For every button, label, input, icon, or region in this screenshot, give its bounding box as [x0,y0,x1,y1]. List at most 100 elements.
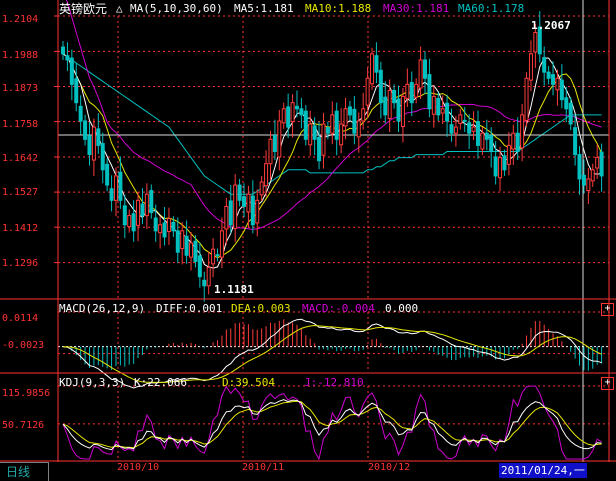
candle-body [595,157,600,169]
candle-body [312,125,317,140]
candle-body [91,126,96,161]
macd-params-label: MACD(26,12,9) [59,302,146,315]
candle-body [65,55,70,61]
candle-body [347,106,352,116]
candle-body [202,279,207,287]
candle-body [228,200,233,226]
y-tick: 1.1988 [2,50,39,61]
candle-body [281,108,286,124]
macd-value: MACD:-0.004 [302,302,375,315]
candle-body [193,240,198,262]
candle-body [321,123,326,156]
candle-body [118,171,123,201]
candle-body [237,184,242,201]
candle-body [515,132,520,153]
candle-body [215,254,220,257]
candle-body [555,77,560,91]
candle-body [436,97,441,116]
candle-body [233,184,238,229]
ma60-value: MA60:1.178 [458,2,525,15]
candle-body [122,205,127,226]
macd-zero-value: 0.000 [385,302,419,315]
candle-body [533,31,538,53]
candle-body [127,215,132,228]
candle-body [445,102,450,122]
candle-body [440,108,445,114]
candle-body [467,122,472,134]
candle-body [303,110,308,140]
candle-body [427,74,432,110]
candle-body [449,124,454,134]
candle-body [339,123,344,146]
y-tick: 1.1296 [2,258,39,269]
candle-body [224,205,229,230]
candle-body [356,120,361,138]
candle-body [365,77,370,106]
candle-body [374,55,379,73]
candle-body [171,221,176,232]
candle-body [74,78,79,104]
low-label: 1.1181 [214,283,254,296]
candle-body [180,230,185,250]
candle-body [392,89,397,104]
candle-body [250,195,255,226]
candle-body [158,224,163,234]
candle-body [586,178,591,192]
kdj-expand-icon[interactable]: + [601,377,614,390]
candle-body [100,143,105,171]
candle-body [166,218,171,232]
candle-body [400,96,405,127]
candle-body [272,135,277,153]
candle-body [87,135,92,156]
candle-body [330,114,335,134]
candle-body [387,89,392,120]
candle-body [277,120,282,158]
candle-body [581,174,586,186]
candle-body [308,123,313,146]
candle-body [144,193,149,217]
candle-body [396,98,401,122]
candle-body [211,248,216,265]
candle-body [246,193,251,213]
macd-expand-icon[interactable]: + [601,303,614,316]
candle-body [189,242,194,258]
period-tab-daily[interactable]: 日线 [0,462,49,481]
candle-body [423,59,427,79]
candle-body [502,155,507,171]
candle-body [206,266,211,287]
kdj-d-value: D:39.504 [222,376,275,389]
x-tick: 2010/11 [242,462,285,473]
candle-body [599,151,604,177]
kdj-y-tick: 115.9856 [2,388,51,399]
candle-body [506,144,511,165]
symbol-title: 英镑欧元 [59,2,108,16]
candle-body [546,71,551,79]
candle-body [498,157,503,179]
candle-body [96,128,101,146]
candle-body [409,82,414,104]
candle-body [343,108,348,127]
candle-body [109,188,114,201]
candle-body [511,132,516,150]
candle-body [149,190,154,214]
candle-body [325,127,330,134]
candle-body [528,53,533,81]
candle-body [471,126,476,132]
kdj-y-tick: 50.7126 [2,420,45,431]
kdj-j-value: J:-12.810 [304,376,364,389]
candle-body [334,110,339,140]
candle-body [259,181,264,196]
ma10-value: MA10:1.188 [305,2,372,15]
candle-body [573,127,578,156]
candle-body [564,97,569,110]
candle-body [520,114,525,149]
y-tick: 1.1758 [2,119,39,130]
candle-body [489,135,494,153]
candle-body [414,83,419,98]
candle-body [136,199,141,226]
candle-body [294,105,299,110]
ma-toggle-icon[interactable]: △ [116,3,123,15]
candle-body [255,199,260,224]
chart-canvas[interactable] [0,0,616,480]
high-label: 1.2067 [531,19,571,32]
